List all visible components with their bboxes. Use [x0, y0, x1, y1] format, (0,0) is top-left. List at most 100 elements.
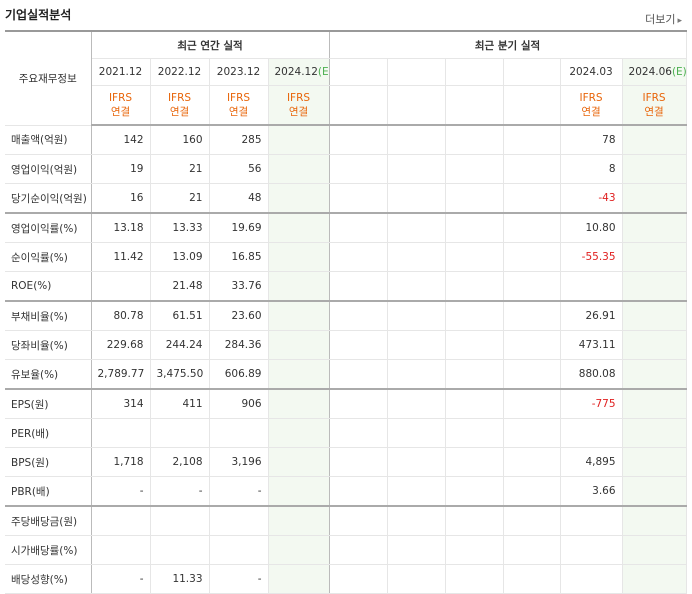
table-cell [622, 535, 687, 565]
table-row: 영업이익률(%) 13.18 13.33 19.69 10.80 [5, 212, 687, 243]
period-label: 2024.12 [274, 66, 318, 78]
row-label: 배당성향(%) [5, 564, 92, 594]
table-cell [387, 242, 446, 272]
table-cell [503, 359, 561, 390]
table-cell [503, 447, 561, 477]
table-cell [329, 505, 388, 536]
table-cell: 10.80 [560, 212, 623, 243]
period-label: 2024.06 [628, 66, 672, 78]
ifrs-label: IFRS [108, 92, 133, 104]
table-cell: 48 [209, 183, 269, 214]
table-cell: 11.42 [91, 242, 151, 272]
table-cell [503, 212, 561, 243]
table-row: PER(배) [5, 418, 687, 448]
quarterly-group-header: 최근 분기 실적 [329, 30, 687, 59]
table-cell: 3.66 [560, 476, 623, 507]
table-cell [329, 183, 388, 214]
table-cell: 13.18 [91, 212, 151, 243]
table-cell: 473.11 [560, 330, 623, 360]
table-cell [503, 476, 561, 507]
table-cell: 880.08 [560, 359, 623, 390]
table-row: 매출액(억원) 142 160 285 78 [5, 125, 687, 155]
table-cell: 16.85 [209, 242, 269, 272]
ifrs-header [329, 85, 388, 126]
table-cell: 33.76 [209, 271, 269, 302]
table-cell [387, 388, 446, 419]
table-cell: 26.91 [560, 300, 623, 331]
table-row: BPS(원) 1,718 2,108 3,196 4,895 [5, 447, 687, 477]
table-cell [329, 388, 388, 419]
more-button[interactable]: 더보기 ▸ [645, 11, 682, 27]
table-row: 영업이익(억원) 19 21 56 8 [5, 154, 687, 184]
table-cell [387, 154, 446, 184]
table-cell [622, 183, 687, 214]
table-cell: 244.24 [150, 330, 210, 360]
table-cell [622, 242, 687, 272]
table-cell: 1,718 [91, 447, 151, 477]
estimate-mark: (E) [317, 66, 329, 78]
table-cell: 23.60 [209, 300, 269, 331]
financial-table: 주요재무정보 최근 연간 실적 최근 분기 실적 2021.12 2022.12 2… [5, 30, 687, 594]
period-label: 2021.12 [98, 66, 143, 78]
table-cell: 229.68 [91, 330, 151, 360]
table-cell [503, 330, 561, 360]
ifrs-label: IFRS [642, 92, 666, 104]
table-cell [445, 359, 504, 390]
table-cell: 61.51 [150, 300, 210, 331]
table-cell: 56 [209, 154, 269, 184]
table-cell [209, 535, 269, 565]
table-cell [560, 418, 623, 448]
table-cell: 13.33 [150, 212, 210, 243]
row-label: 주당배당금(원) [5, 505, 92, 536]
table-cell [445, 125, 504, 155]
table-cell [387, 330, 446, 360]
table-cell [329, 125, 388, 155]
table-cell [622, 125, 687, 155]
table-cell [268, 447, 330, 477]
table-cell [503, 505, 561, 536]
table-cell [560, 505, 623, 536]
consolidated-label: 연결 [288, 106, 309, 118]
table-cell [268, 300, 330, 331]
ifrs-header: IFRS 연결 [268, 85, 330, 126]
table-row: 유보율(%) 2,789.77 3,475.50 606.89 880.08 [5, 359, 687, 390]
ifrs-label: IFRS [579, 92, 603, 104]
table-cell [329, 564, 388, 594]
table-cell [503, 242, 561, 272]
table-cell: 21.48 [150, 271, 210, 302]
period-header [329, 58, 388, 86]
table-cell [622, 154, 687, 184]
table-cell: 3,196 [209, 447, 269, 477]
period-header [387, 58, 446, 86]
period-label: 2024.03 [569, 66, 613, 78]
ifrs-header: IFRS 연결 [560, 85, 623, 126]
period-header: 2023.12 [209, 58, 269, 86]
table-cell: 19 [91, 154, 151, 184]
table-cell [387, 271, 446, 302]
table-cell [268, 242, 330, 272]
row-label: 영업이익률(%) [5, 212, 92, 243]
table-cell: 3,475.50 [150, 359, 210, 390]
table-cell: 606.89 [209, 359, 269, 390]
row-label: PER(배) [5, 418, 92, 448]
table-cell [503, 154, 561, 184]
table-cell [329, 418, 388, 448]
table-cell: 8 [560, 154, 623, 184]
table-cell [150, 418, 210, 448]
table-cell [268, 564, 330, 594]
annual-group-header: 최근 연간 실적 [91, 30, 330, 59]
table-cell: 142 [91, 125, 151, 155]
table-cell [268, 476, 330, 507]
table-cell [622, 359, 687, 390]
table-cell: 2,108 [150, 447, 210, 477]
table-cell: 16 [91, 183, 151, 214]
ifrs-label: IFRS [167, 92, 192, 104]
table-cell [387, 125, 446, 155]
table-cell: - [91, 476, 151, 507]
ifrs-header [445, 85, 504, 126]
period-header: 2022.12 [150, 58, 210, 86]
chevron-right-icon: ▸ [677, 16, 682, 26]
table-cell [445, 505, 504, 536]
table-cell [445, 476, 504, 507]
consolidated-label: 연결 [644, 106, 664, 118]
